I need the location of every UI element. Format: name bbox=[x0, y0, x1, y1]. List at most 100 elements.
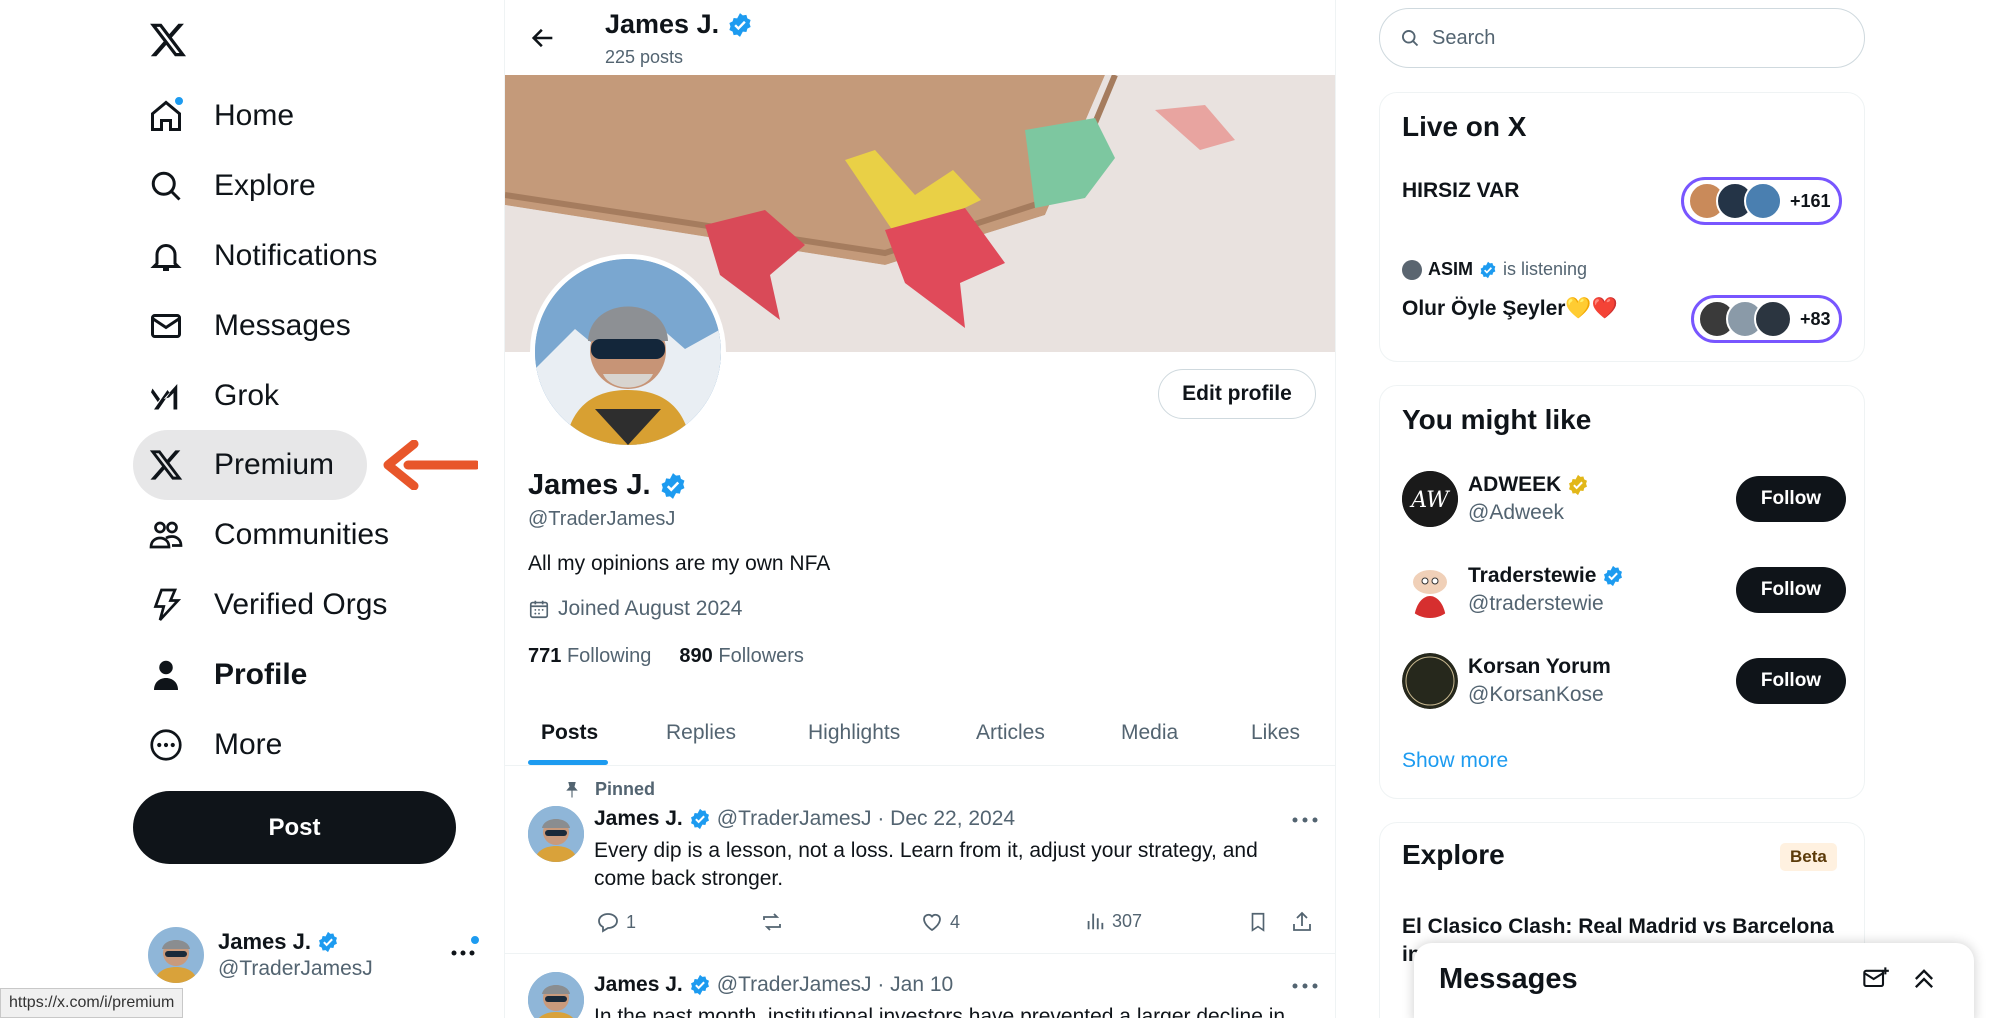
reply-button[interactable]: 1 bbox=[596, 910, 636, 934]
x-logo-icon bbox=[148, 447, 184, 483]
account-handle: @TraderJamesJ bbox=[218, 957, 373, 980]
nav-notifications[interactable]: Notifications bbox=[133, 221, 397, 291]
new-message-icon[interactable] bbox=[1862, 965, 1890, 993]
following-count: 771 bbox=[528, 645, 562, 667]
person-icon bbox=[148, 657, 184, 693]
avatar bbox=[1402, 653, 1458, 709]
annotation-arrow-icon bbox=[382, 440, 478, 490]
post-meta: @TraderJamesJ · Jan 10 bbox=[716, 973, 954, 996]
suggestion-item[interactable]: AW ADWEEK @Adweek Follow bbox=[1402, 469, 1846, 529]
nav-profile[interactable]: Profile bbox=[133, 640, 327, 710]
post-count: 225 posts bbox=[605, 47, 684, 67]
views-chart-icon bbox=[1084, 910, 1106, 932]
share-button[interactable] bbox=[1290, 910, 1314, 934]
nav-label: Notifications bbox=[214, 239, 378, 272]
suggestion-handle: @KorsanKose bbox=[1468, 683, 1604, 706]
profile-avatar[interactable] bbox=[530, 254, 726, 450]
space-title[interactable]: HIRSIZ VAR bbox=[1402, 179, 1519, 203]
post-author-name[interactable]: James J. bbox=[594, 973, 683, 997]
nav-explore[interactable]: Explore bbox=[133, 151, 336, 221]
following-link[interactable]: 771 Following bbox=[528, 645, 651, 668]
profile-header-bar: James J. 225 posts bbox=[505, 0, 1335, 75]
suggestion-item[interactable]: Korsan Yorum @KorsanKose Follow bbox=[1402, 651, 1846, 711]
who-to-follow-card: You might like AW ADWEEK @Adweek Follow … bbox=[1379, 385, 1865, 799]
lightning-icon bbox=[148, 587, 184, 623]
tab-articles[interactable]: Articles bbox=[976, 700, 1045, 766]
avatar bbox=[148, 927, 204, 983]
repost-button[interactable] bbox=[759, 910, 785, 934]
listener-count: +161 bbox=[1790, 190, 1831, 211]
bookmark-button[interactable] bbox=[1247, 910, 1269, 934]
post-author-avatar[interactable] bbox=[528, 806, 584, 862]
nav-verified-orgs[interactable]: Verified Orgs bbox=[133, 570, 407, 640]
like-button[interactable]: 4 bbox=[920, 910, 960, 934]
more-dots-icon[interactable] bbox=[450, 947, 476, 957]
nav-communities[interactable]: Communities bbox=[133, 500, 409, 570]
post-text: Every dip is a lesson, not a loss. Learn… bbox=[594, 839, 1258, 890]
follow-button[interactable]: Follow bbox=[1736, 476, 1846, 522]
post-meta: @TraderJamesJ · Dec 22, 2024 bbox=[716, 807, 1016, 830]
nav-label: Grok bbox=[214, 379, 280, 412]
view-count: 307 bbox=[1112, 910, 1143, 931]
tab-highlights[interactable]: Highlights bbox=[808, 700, 900, 766]
nav-messages[interactable]: Messages bbox=[133, 291, 371, 361]
post-text: In the past month, institutional investo… bbox=[594, 1005, 1286, 1018]
search-icon bbox=[148, 168, 184, 204]
nav-label: Verified Orgs bbox=[214, 588, 388, 621]
suggestion-handle: @traderstewie bbox=[1468, 592, 1604, 615]
edit-profile-button[interactable]: Edit profile bbox=[1158, 369, 1316, 419]
bell-icon bbox=[148, 238, 184, 274]
avatar: AW bbox=[1402, 471, 1458, 527]
verified-badge-icon bbox=[1479, 261, 1497, 279]
nav-home[interactable]: Home bbox=[133, 81, 314, 151]
nav-grok[interactable]: Grok bbox=[133, 361, 299, 431]
space-listeners-pill[interactable]: +161 bbox=[1681, 177, 1842, 225]
reply-count: 1 bbox=[626, 911, 637, 932]
suggestion-item[interactable]: Traderstewie @traderstewie Follow bbox=[1402, 560, 1846, 620]
bookmark-icon bbox=[1247, 910, 1269, 934]
home-icon bbox=[148, 96, 184, 134]
post-author-name[interactable]: James J. bbox=[594, 807, 683, 831]
post-button[interactable]: Post bbox=[133, 791, 456, 864]
mail-icon bbox=[148, 308, 184, 344]
calendar-icon bbox=[528, 598, 550, 620]
verified-badge-icon bbox=[317, 931, 339, 953]
verified-badge-icon[interactable] bbox=[659, 472, 687, 500]
back-arrow-icon[interactable] bbox=[529, 24, 557, 52]
x-logo-icon[interactable] bbox=[148, 20, 188, 60]
messages-drawer[interactable]: Messages bbox=[1414, 943, 1974, 1018]
expand-chevron-icon[interactable] bbox=[1910, 965, 1938, 993]
follow-button[interactable]: Follow bbox=[1736, 567, 1846, 613]
tab-replies[interactable]: Replies bbox=[666, 700, 736, 766]
nav-more[interactable]: More bbox=[133, 710, 302, 780]
card-title: Live on X bbox=[1402, 111, 1527, 142]
reply-icon bbox=[596, 910, 620, 934]
like-count: 4 bbox=[950, 911, 961, 932]
tab-likes[interactable]: Likes bbox=[1251, 700, 1300, 766]
account-switcher[interactable]: James J. @TraderJamesJ bbox=[148, 925, 480, 985]
space-title[interactable]: Olur Öyle Şeyler💛❤️ bbox=[1402, 297, 1618, 321]
tab-media[interactable]: Media bbox=[1121, 700, 1178, 766]
more-circle-icon bbox=[148, 727, 184, 763]
nav-label: Explore bbox=[214, 169, 316, 202]
follow-button[interactable]: Follow bbox=[1736, 658, 1846, 704]
nav-label: Messages bbox=[214, 309, 351, 342]
post-author-avatar[interactable] bbox=[528, 972, 584, 1018]
more-dots-icon[interactable] bbox=[1290, 815, 1320, 825]
verified-badge-icon bbox=[1602, 565, 1624, 587]
search-icon bbox=[1400, 28, 1420, 48]
space-listeners-pill[interactable]: +83 bbox=[1691, 295, 1842, 343]
repost-icon bbox=[759, 910, 785, 934]
nav-premium[interactable]: Premium bbox=[133, 430, 367, 500]
more-dots-icon[interactable] bbox=[1290, 981, 1320, 991]
nav-label: Profile bbox=[214, 658, 308, 691]
header-title: James J. bbox=[605, 9, 720, 39]
notification-dot bbox=[174, 96, 184, 106]
followers-link[interactable]: 890 Followers bbox=[679, 645, 804, 668]
share-icon bbox=[1290, 910, 1314, 934]
show-more-link[interactable]: Show more bbox=[1402, 749, 1508, 773]
tab-posts[interactable]: Posts bbox=[541, 700, 598, 766]
verified-badge-icon bbox=[689, 808, 711, 830]
search-input[interactable]: Search bbox=[1379, 8, 1865, 68]
views-button[interactable]: 307 bbox=[1084, 910, 1142, 932]
